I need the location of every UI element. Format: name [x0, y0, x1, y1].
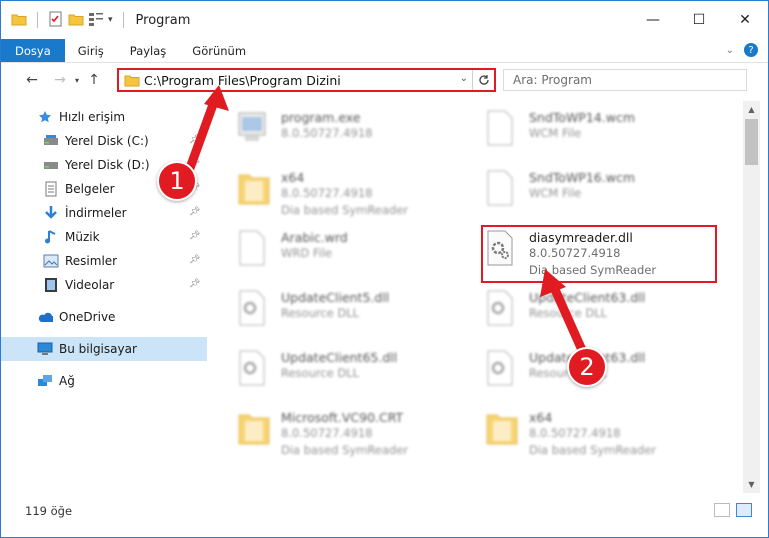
arrow-2 — [540, 269, 591, 364]
arrow-1 — [181, 85, 229, 184]
annotation-arrows — [181, 85, 591, 364]
explorer-window: ▾ Program — ☐ ✕ Dosya Giriş Paylaş Görün… — [0, 0, 769, 538]
step-1-badge: 1 — [157, 161, 197, 201]
step-2-badge: 2 — [567, 347, 607, 387]
